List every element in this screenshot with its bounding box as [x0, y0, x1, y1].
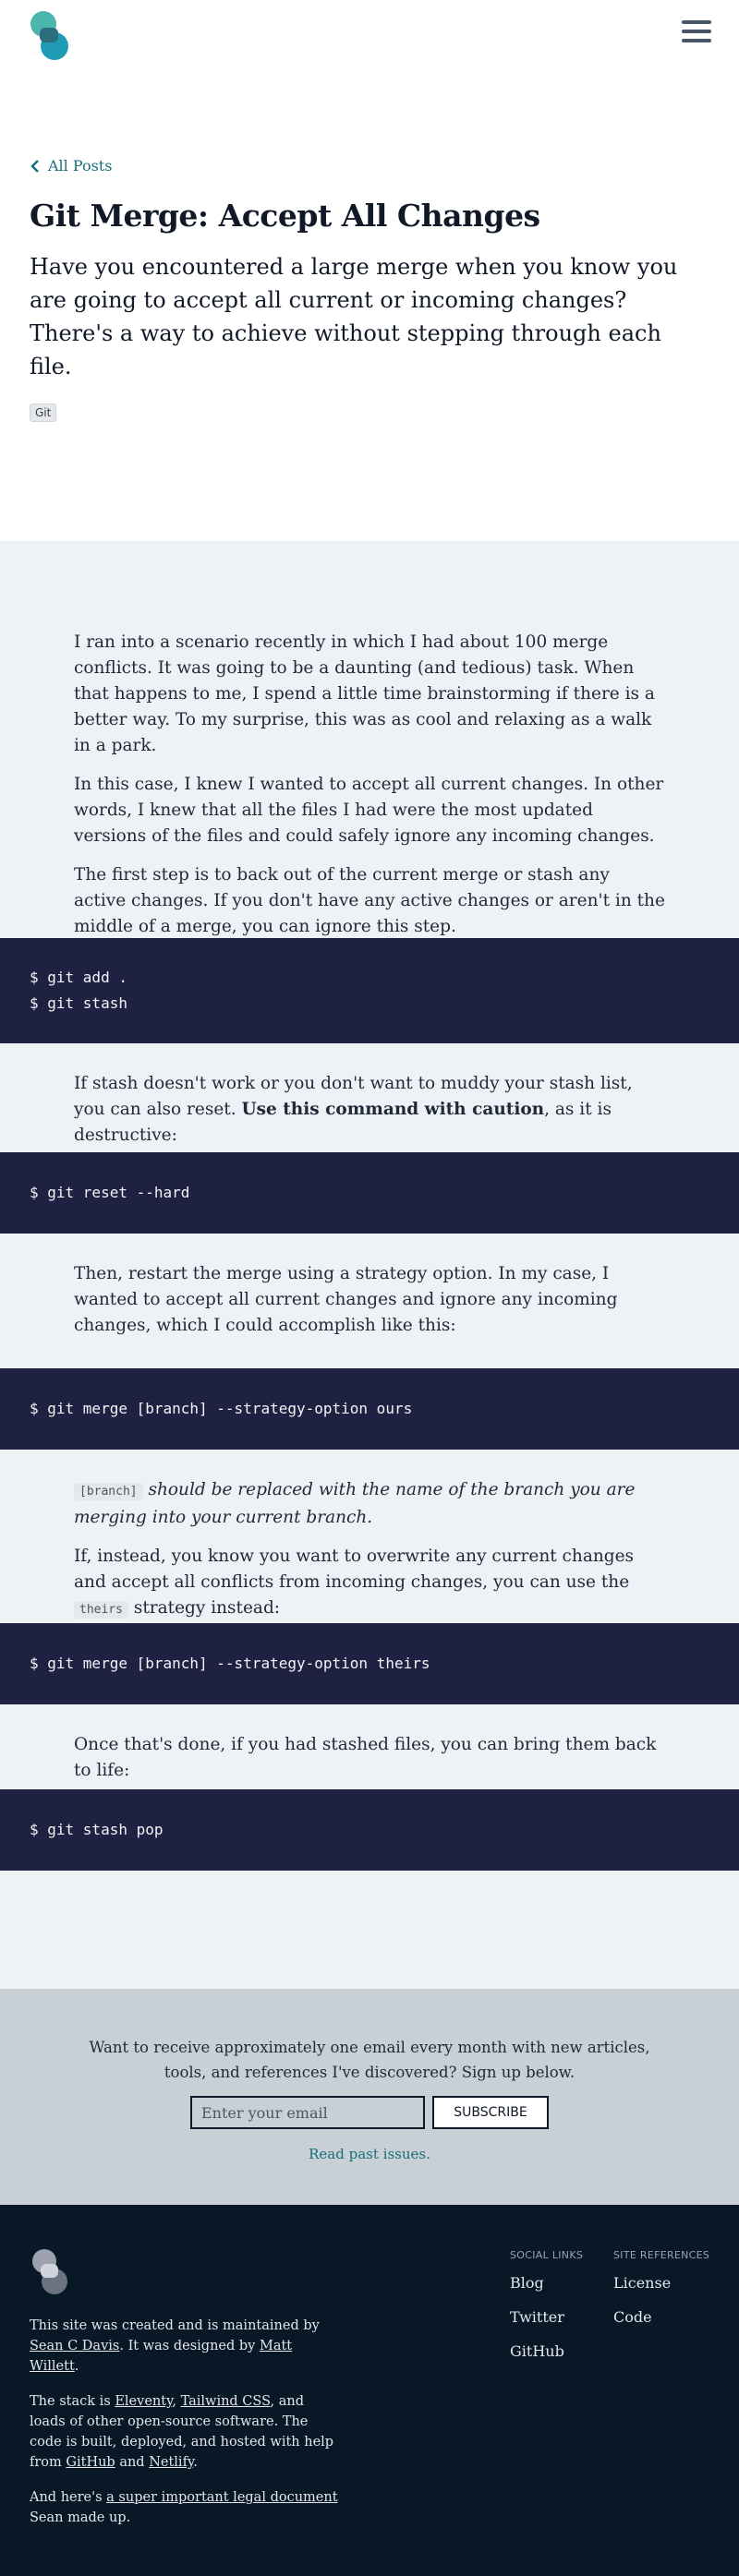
code-line: $ git stash: [30, 994, 127, 1012]
author-link[interactable]: Sean C Davis: [30, 2339, 119, 2353]
article-bottom-spacer: [0, 1871, 739, 1989]
footer-logo-icon[interactable]: [30, 2247, 72, 2295]
tailwind-link[interactable]: Tailwind CSS: [181, 2394, 271, 2409]
article-section-3: Then, restart the merge using a strategy…: [0, 1234, 739, 1368]
code-line: $ git merge [branch] --strategy-option t…: [30, 1655, 430, 1672]
code-line: $ git add .: [30, 969, 127, 986]
article-section-4: [branch] should be replaced with the nam…: [0, 1450, 739, 1623]
email-input[interactable]: [190, 2096, 425, 2129]
paragraph: I ran into a scenario recently in which …: [74, 632, 655, 755]
article-section-5: Once that's done, if you had stashed fil…: [0, 1704, 739, 1789]
footer-link-blog[interactable]: Blog: [510, 2274, 583, 2292]
newsletter-form: SUBSCRIBE: [0, 2096, 739, 2129]
code-block-merge-theirs: $ git merge [branch] --strategy-option t…: [0, 1623, 739, 1704]
legal-document-link[interactable]: a super important legal document: [106, 2490, 337, 2505]
all-posts-label: All Posts: [48, 157, 113, 175]
footer-stack: The stack is Eleventy, Tailwind CSS, and…: [30, 2394, 334, 2470]
article-body: I ran into a scenario recently in which …: [0, 541, 739, 1989]
paragraph: [branch] should be replaced with the nam…: [74, 1480, 636, 1527]
site-header: [0, 0, 739, 74]
footer-link-twitter[interactable]: Twitter: [510, 2308, 583, 2326]
paragraph: Once that's done, if you had stashed fil…: [74, 1735, 657, 1780]
post-intro: Have you encountered a large merge when …: [30, 253, 678, 379]
page-title: Git Merge: Accept All Changes: [30, 197, 540, 234]
netlify-link[interactable]: Netlify: [149, 2455, 193, 2470]
code-block-stash: $ git add . $ git stash: [0, 938, 739, 1043]
footer-legal: And here's a super important legal docum…: [30, 2490, 338, 2525]
code-block-merge-ours: $ git merge [branch] --strategy-option o…: [0, 1368, 739, 1450]
paragraph: Then, restart the merge using a strategy…: [74, 1264, 618, 1335]
eleventy-link[interactable]: Eleventy: [115, 2394, 172, 2409]
footer-about: This site was created and is maintained …: [30, 2316, 344, 2543]
code-line: $ git reset --hard: [30, 1184, 190, 1201]
code-line: $ git merge [branch] --strategy-option o…: [30, 1400, 413, 1417]
newsletter-signup: Want to receive approximately one email …: [0, 1989, 739, 2205]
code-block-stash-pop: $ git stash pop: [0, 1789, 739, 1871]
inline-code: [branch]: [74, 1483, 143, 1500]
social-links-heading: SOCIAL LINKS: [510, 2249, 584, 2261]
post-header: All Posts Git Merge: Accept All Changes …: [0, 74, 739, 541]
site-footer: This site was created and is maintained …: [0, 2205, 739, 2576]
article-section-1: I ran into a scenario recently in which …: [0, 541, 739, 938]
footer-link-license[interactable]: License: [613, 2274, 709, 2292]
paragraph: If stash doesn't work or you don't want …: [74, 1074, 633, 1145]
site-references: SITE REFERENCES License Code: [613, 2249, 709, 2342]
social-links: SOCIAL LINKS Blog Twitter GitHub: [510, 2249, 583, 2377]
github-link[interactable]: GitHub: [66, 2455, 115, 2470]
code-block-reset: $ git reset --hard: [0, 1152, 739, 1234]
footer-credits: This site was created and is maintained …: [30, 2318, 320, 2374]
site-references-heading: SITE REFERENCES: [613, 2249, 710, 2261]
paragraph: In this case, I knew I wanted to accept …: [74, 775, 664, 846]
footer-link-github[interactable]: GitHub: [510, 2342, 583, 2360]
subscribe-button[interactable]: SUBSCRIBE: [432, 2096, 549, 2129]
inline-code: theirs: [74, 1601, 128, 1619]
code-line: $ git stash pop: [30, 1821, 164, 1838]
chevron-left-icon: [30, 159, 39, 173]
past-issues-link[interactable]: Read past issues.: [309, 2146, 430, 2162]
paragraph: The first step is to back out of the cur…: [74, 865, 665, 936]
newsletter-text: Want to receive approximately one email …: [89, 2039, 650, 2081]
caution-text: Use this command with caution: [241, 1100, 545, 1119]
paragraph: If, instead, you know you want to overwr…: [74, 1547, 635, 1619]
site-logo-icon[interactable]: [28, 9, 74, 61]
article-section-2: If stash doesn't work or you don't want …: [0, 1043, 739, 1152]
footer-link-code[interactable]: Code: [613, 2308, 709, 2326]
all-posts-link[interactable]: All Posts: [30, 157, 112, 175]
hamburger-menu-icon[interactable]: [682, 20, 711, 48]
tag-git[interactable]: Git: [30, 403, 57, 422]
